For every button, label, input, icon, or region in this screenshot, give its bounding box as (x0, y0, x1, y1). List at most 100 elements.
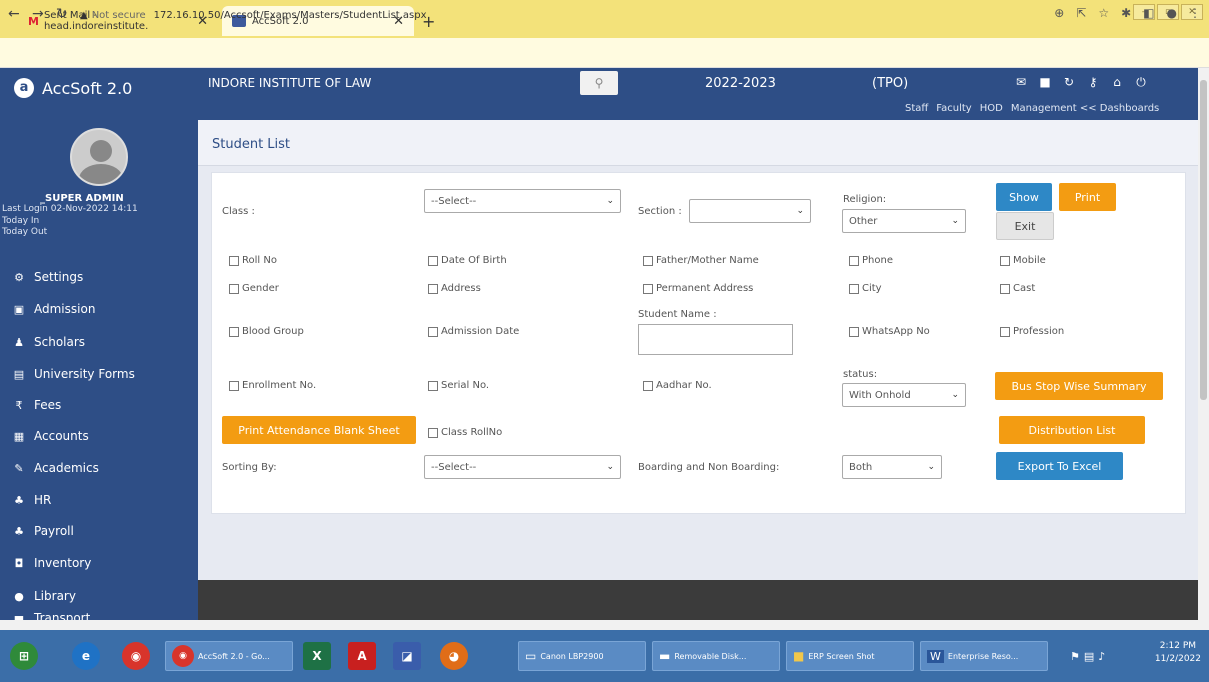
checkbox-mobile[interactable]: Mobile (1000, 255, 1046, 266)
student-name-input[interactable] (638, 324, 793, 355)
profile-icon[interactable]: ● (1167, 6, 1177, 20)
app-logo[interactable]: a AccSoft 2.0 (14, 78, 132, 98)
section-select[interactable]: ⌄ (689, 199, 811, 223)
checkbox-gender[interactable]: Gender (229, 283, 279, 294)
link-staff[interactable]: Staff (905, 103, 928, 114)
link-hod[interactable]: HOD (980, 103, 1003, 114)
firefox-taskbar[interactable]: ◕ (440, 638, 468, 674)
power-icon[interactable]: ⏻ (1132, 73, 1150, 91)
ie-taskbar[interactable]: e (72, 638, 100, 674)
mail-icon[interactable]: ✉ (1012, 73, 1030, 91)
print-button[interactable]: Print (1059, 183, 1116, 211)
avatar (70, 128, 128, 186)
dashboard-links: Staff Faculty HOD Management << Dashboar… (905, 103, 1159, 114)
firefox-icon: ◕ (440, 642, 468, 670)
windows-start-icon: ⊞ (10, 642, 38, 670)
printer-icon: ▭ (525, 649, 537, 663)
sidebar-item-scholars[interactable]: ♟ Scholars (12, 335, 85, 349)
checkbox-parent-name[interactable]: Father/Mother Name (643, 255, 759, 266)
link-faculty[interactable]: Faculty (936, 103, 971, 114)
checkbox-permanent-address[interactable]: Permanent Address (643, 283, 753, 294)
print-attendance-button[interactable]: Print Attendance Blank Sheet (222, 416, 416, 444)
sidebar-item-university-forms[interactable]: ▤ University Forms (12, 367, 135, 381)
excel-taskbar[interactable]: X (303, 638, 331, 674)
clock[interactable]: 2:12 PM 11/2/2022 (1155, 640, 1201, 666)
browser-toolbar-icons: ⊕ ⇱ ☆ ✱ ◧ ● ⋮ (1054, 6, 1201, 20)
scrollbar-thumb[interactable] (1200, 80, 1207, 400)
checkbox-serial[interactable]: Serial No. (428, 380, 489, 391)
checkbox-phone[interactable]: Phone (849, 255, 893, 266)
usb-icon: ▬ (659, 649, 671, 663)
sidebar-item-transport[interactable]: ▬ Transport (12, 611, 91, 620)
bus-stop-summary-button[interactable]: Bus Stop Wise Summary (995, 372, 1163, 400)
user-icon: ♟ (14, 335, 24, 349)
sidebar-item-settings[interactable]: ⚙ Settings (12, 270, 83, 284)
task-accsoft[interactable]: ◉ AccSoft 2.0 - Go... (165, 641, 293, 671)
clock-time: 2:12 PM (1159, 641, 1197, 651)
acrobat-taskbar[interactable]: A (348, 638, 376, 674)
volume-icon[interactable]: ♪ (1098, 650, 1105, 663)
checkbox-city[interactable]: City (849, 283, 882, 294)
checkbox-whatsapp[interactable]: WhatsApp No (849, 326, 930, 337)
clock-date: 11/2/2022 (1154, 654, 1201, 664)
checkbox-profession[interactable]: Profession (1000, 326, 1064, 337)
forward-icon[interactable]: → (32, 6, 44, 22)
share-icon[interactable]: ⇱ (1076, 6, 1086, 20)
sorting-select[interactable]: --Select-- ⌄ (424, 455, 621, 479)
star-icon[interactable]: ☆ (1098, 6, 1109, 20)
menu-icon[interactable]: ⋮ (1189, 6, 1201, 20)
acrobat-icon: A (348, 642, 376, 670)
checkbox-class-rollno[interactable]: Class RollNo (428, 427, 502, 438)
zoom-icon[interactable]: ⊕ (1054, 6, 1064, 20)
sidebar-item-library[interactable]: ● Library (12, 589, 76, 603)
checkbox-aadhar[interactable]: Aadhar No. (643, 380, 712, 391)
checkbox-roll-no[interactable]: Roll No (229, 255, 277, 266)
sidebar-item-inventory[interactable]: ◘ Inventory (12, 556, 92, 570)
key-icon[interactable]: ⚷ (1084, 73, 1102, 91)
boarding-label: Boarding and Non Boarding: (638, 462, 780, 473)
url-field[interactable]: ▲ Not secure 172.16.10.50/Accsoft/Exams/… (80, 4, 980, 26)
flag-icon[interactable]: ⚑ (1070, 650, 1080, 663)
extensions-icon[interactable]: ✱ (1121, 6, 1131, 20)
system-tray: ⚑ ▤ ♪ (1070, 638, 1105, 674)
checkbox-blood-group[interactable]: Blood Group (229, 326, 304, 337)
distribution-list-button[interactable]: Distribution List (999, 416, 1145, 444)
sidebar-item-accounts[interactable]: ▦ Accounts (12, 429, 89, 443)
boarding-select[interactable]: Both ⌄ (842, 455, 942, 479)
network-icon[interactable]: ▤ (1084, 650, 1094, 663)
task-word[interactable]: W Enterprise Reso... (920, 641, 1048, 671)
religion-select[interactable]: Other ⌄ (842, 209, 966, 233)
task-removable-disk[interactable]: ▬ Removable Disk... (652, 641, 780, 671)
refresh-icon[interactable]: ↻ (1060, 73, 1078, 91)
sidebar-item-admission[interactable]: ▣ Admission (12, 302, 96, 316)
task-erp-screenshot[interactable]: ■ ERP Screen Shot (786, 641, 914, 671)
export-excel-button[interactable]: Export To Excel (996, 452, 1123, 480)
exit-button[interactable]: Exit (996, 212, 1054, 240)
checkbox-cast[interactable]: Cast (1000, 283, 1035, 294)
status-select[interactable]: With Onhold ⌄ (842, 383, 966, 407)
search-icon[interactable]: ⚲ (580, 71, 618, 95)
checkbox-address[interactable]: Address (428, 283, 481, 294)
horizontal-scrollbar[interactable] (0, 620, 1209, 630)
last-login: Last Login 02-Nov-2022 14:11 (2, 204, 138, 214)
sidebar-item-fees[interactable]: ₹ Fees (12, 398, 62, 412)
sidebar-item-hr[interactable]: ♣ HR (12, 493, 51, 507)
chrome-taskbar[interactable]: ◉ (122, 638, 150, 674)
app-taskbar[interactable]: ◪ (393, 638, 421, 674)
link-management[interactable]: Management << Dashboards (1011, 103, 1159, 114)
checkbox-enrollment[interactable]: Enrollment No. (229, 380, 316, 391)
home-icon[interactable]: ⌂ (1108, 73, 1126, 91)
task-canon[interactable]: ▭ Canon LBP2900 (518, 641, 646, 671)
back-icon[interactable]: ← (8, 6, 20, 22)
start-button[interactable]: ⊞ (10, 638, 38, 674)
reload-icon[interactable]: ↻ (56, 6, 68, 22)
sidebar-item-academics[interactable]: ✎ Academics (12, 461, 98, 475)
sidebar-item-payroll[interactable]: ♣ Payroll (12, 524, 74, 538)
sidepanel-icon[interactable]: ◧ (1143, 6, 1154, 20)
book-icon: ● (14, 589, 24, 603)
checkbox-admission-date[interactable]: Admission Date (428, 326, 519, 337)
camera-icon[interactable]: ■ (1036, 73, 1054, 91)
class-select[interactable]: --Select-- ⌄ (424, 189, 621, 213)
checkbox-dob[interactable]: Date Of Birth (428, 255, 507, 266)
show-button[interactable]: Show (996, 183, 1052, 211)
